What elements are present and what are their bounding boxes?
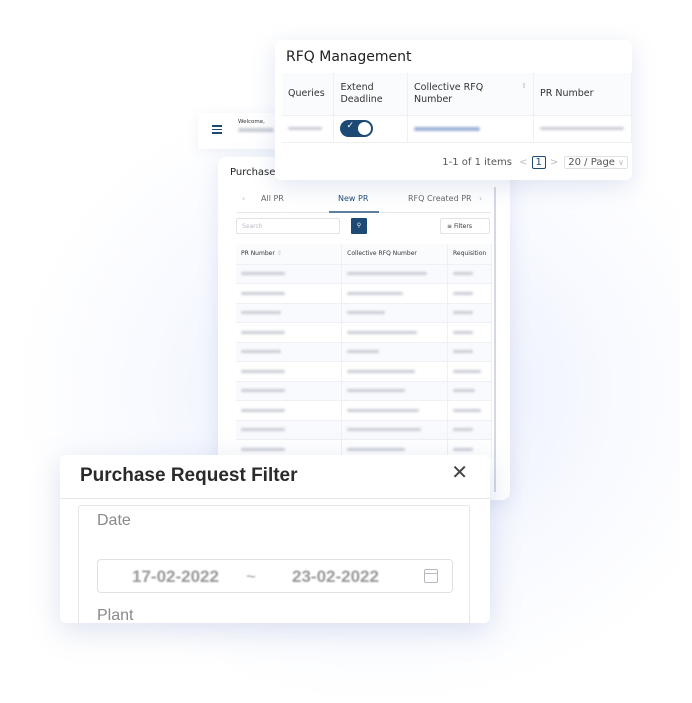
pagination-summary: 1-1 of 1 items [442,157,512,168]
collective-rfq-cell [341,283,449,303]
search-button[interactable]: ⚲ [351,218,367,234]
menu-icon[interactable] [212,125,222,134]
collective-rfq-cell [341,341,449,362]
collective-rfq-cell [341,400,449,420]
date-separator: ~ [246,567,256,586]
requisitioner-cell [447,400,492,420]
filter-icon: ≡ [447,223,453,230]
col-collective-rfq-number[interactable]: ⇕ Collective RFQ Number [407,73,534,115]
page-1-button[interactable]: 1 [531,156,546,169]
requisitioner-cell [447,302,492,323]
table-row[interactable] [236,361,492,381]
tabs-next-icon[interactable]: › [479,194,482,203]
requisitioner-cell [447,380,492,401]
col-pr-number[interactable]: PR Number ⇕ [236,244,343,264]
active-tab-indicator [329,211,379,213]
table-row[interactable] [236,283,492,303]
requisitioner-cell [447,322,492,342]
scrollbar[interactable] [494,187,496,492]
purchase-request-filter-panel: Purchase Request Filter ✕ Date 17-02-202… [60,455,490,623]
requisitioner-cell [447,263,492,284]
col-pr-number: PR Number [533,73,632,115]
table-row[interactable] [236,380,492,401]
calendar-icon[interactable] [424,569,438,583]
pr-number-cell [236,380,343,401]
requisitioner-cell [447,341,492,362]
pr-number-cell [236,263,343,284]
col-collective-rfq-number: Collective RFQ Number [341,244,449,264]
extend-deadline-toggle[interactable]: ✓ [340,120,374,137]
collective-rfq-cell [341,361,449,381]
col-extend-deadline: Extend Deadline [333,73,409,115]
pr-number-cell [236,283,343,303]
filters-button[interactable]: ≡ Filters [440,218,490,234]
collective-rfq-cell [341,419,449,440]
close-icon[interactable]: ✕ [451,460,468,485]
pr-number-cell [236,419,343,440]
queries-cell [282,114,335,143]
check-icon: ✓ [346,121,354,131]
rfq-management-card: RFQ Management Queries Extend Deadline ⇕… [275,40,632,180]
next-page-icon[interactable]: > [550,157,558,168]
card-title: RFQ Management [286,49,412,65]
collective-rfq-cell [341,302,449,323]
filters-label: Filters [453,223,472,230]
col-requisitioner: Requisition [447,244,492,264]
rfq-table: Queries Extend Deadline ⇕ Collective RFQ … [282,73,632,143]
pr-number-cell [236,341,343,362]
plant-label: Plant [97,607,134,623]
purchase-request-card: Purchase ‹ All PR New PR RFQ Created PR … [218,157,510,500]
table-row[interactable] [236,419,492,440]
chevron-down-icon: ∨ [618,158,624,167]
prev-page-icon[interactable]: < [519,157,527,168]
filter-form: Date 17-02-2022 ~ 23-02-2022 Plant [78,505,470,623]
pr-number-cell [236,361,343,381]
date-label: Date [97,512,131,529]
pr-number-cell [236,400,343,420]
table-row[interactable] [236,302,492,323]
pagination: 1-1 of 1 items <1 >20 / Page ∨ [442,156,628,169]
pr-tabs: ‹ All PR New PR RFQ Created PR › [236,191,491,213]
tab-all-pr[interactable]: All PR [261,194,284,203]
table-row[interactable] [236,263,492,284]
search-input[interactable]: Search [236,218,340,234]
date-range-picker[interactable]: 17-02-2022 ~ 23-02-2022 [97,559,453,593]
tab-rfq-created-pr[interactable]: RFQ Created PR [408,194,472,203]
requisitioner-cell [447,361,492,381]
collective-rfq-cell [341,322,449,342]
card-title: Purchase [230,167,276,178]
date-to-input[interactable]: 23-02-2022 [292,567,379,587]
pr-table: PR Number ⇕ Collective RFQ Number Requis… [236,244,492,459]
extend-deadline-cell: ✓ [333,114,409,143]
welcome-label: Welcome, [238,119,265,125]
tab-new-pr[interactable]: New PR [338,194,368,203]
page-size-select[interactable]: 20 / Page ∨ [564,156,628,169]
pr-number-cell [236,322,343,342]
collective-rfq-cell [341,263,449,284]
search-icon: ⚲ [356,222,362,229]
table-row[interactable] [236,341,492,362]
requisitioner-cell [447,419,492,440]
collective-rfq-cell[interactable] [407,114,534,143]
collective-rfq-cell [341,380,449,401]
date-from-input[interactable]: 17-02-2022 [132,567,219,587]
filter-title: Purchase Request Filter [80,465,298,486]
user-name-redacted [238,128,274,132]
table-row[interactable] [236,400,492,420]
welcome-text: Welcome, [238,119,274,132]
sort-icon[interactable]: ⇕ [521,82,527,91]
filter-header: Purchase Request Filter ✕ [60,455,490,499]
tabs-prev-icon[interactable]: ‹ [242,194,245,203]
table-row[interactable] [236,322,492,342]
table-row: ✓ [282,114,632,143]
requisitioner-cell [447,283,492,303]
pr-number-cell [236,302,343,323]
col-queries: Queries [282,73,335,115]
pr-number-cell [533,114,632,143]
